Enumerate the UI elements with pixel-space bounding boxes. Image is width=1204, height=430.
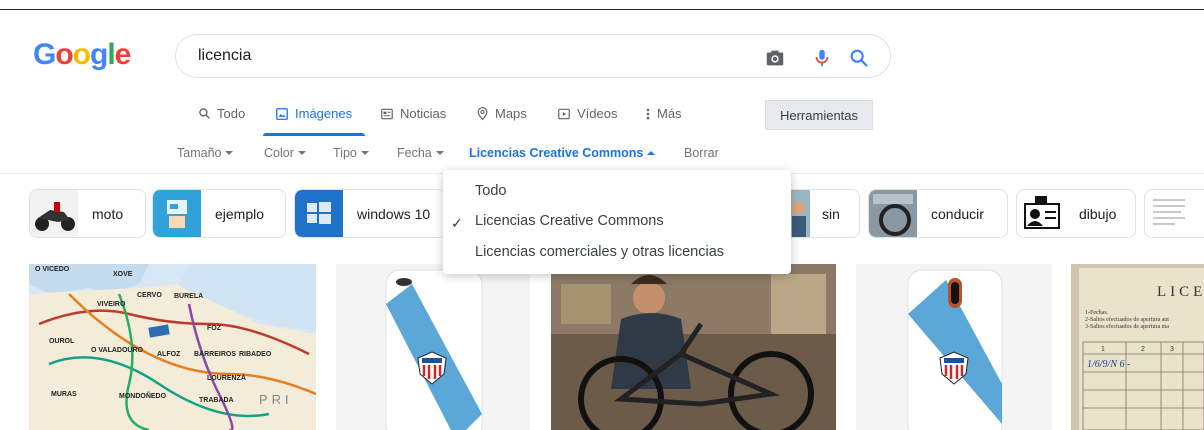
search-icon[interactable]: [848, 47, 870, 69]
dropdown-item-commercial[interactable]: Licencias comerciales y otras licencias: [475, 244, 724, 260]
document-col: 1: [1101, 346, 1105, 353]
video-icon: [558, 108, 570, 119]
filter-license[interactable]: Licencias Creative Commons: [469, 146, 656, 160]
check-icon: ✓: [451, 215, 463, 231]
tab-label: Maps: [495, 106, 527, 121]
filter-size[interactable]: Tamaño: [177, 146, 234, 160]
map-label: OUROL: [49, 338, 75, 345]
dropdown-item-todo[interactable]: Todo: [475, 183, 506, 199]
tab-imagenes[interactable]: Imágenes: [275, 106, 352, 121]
filter-label: Fecha: [397, 146, 432, 160]
chip-thumbnail: [869, 190, 917, 237]
tab-maps[interactable]: Maps: [476, 106, 527, 121]
active-tab-indicator: [263, 133, 365, 136]
chip-ejemplo[interactable]: ejemplo: [152, 189, 286, 238]
chip-thumbnail: [1145, 190, 1193, 237]
top-border: [0, 9, 1204, 10]
map-label: FOZ: [207, 325, 222, 332]
map-label: XOVE: [113, 271, 133, 278]
filter-label: Tamaño: [177, 146, 222, 160]
filter-clear[interactable]: Borrar: [684, 146, 719, 160]
document-col: 2: [1141, 346, 1145, 353]
chip-thumbnail: [295, 190, 343, 237]
map-pin-icon: [477, 106, 488, 121]
filter-label: Borrar: [684, 146, 719, 160]
tab-label: Vídeos: [577, 106, 618, 121]
document-line: 2-Saltos efectuados de apertura aut: [1085, 316, 1169, 323]
google-logo[interactable]: Google: [33, 38, 131, 72]
image-icon: [276, 107, 288, 120]
filter-type[interactable]: Tipo: [333, 146, 369, 160]
chip-label: conducir: [931, 205, 984, 222]
dropdown-item-creative-commons[interactable]: Licencias Creative Commons: [475, 213, 664, 229]
caret-up-icon: [647, 151, 656, 155]
filter-label: Licencias Creative Commons: [469, 146, 644, 160]
result-license-document[interactable]: LICE 1-Fechas. 2-Saltos efectuados de ap…: [1071, 264, 1204, 430]
caret-down-icon: [360, 151, 369, 155]
document-line: 1-Fechas.: [1085, 310, 1109, 316]
tab-label: Más: [657, 106, 682, 121]
result-map[interactable]: O VICEDO XOVE VIVEIRO CERVO BURELA FOZ O…: [29, 264, 316, 430]
map-label: O VICEDO: [35, 266, 70, 273]
chip-label: moto: [92, 205, 124, 222]
chip-label: windows 10: [357, 205, 431, 222]
document-header: LICE: [1157, 284, 1204, 300]
chip-moto[interactable]: moto: [29, 189, 146, 238]
map-label: MONDOÑEDO: [119, 391, 167, 400]
document-handwritten-row: 1/6/9/N 6 -: [1087, 359, 1130, 370]
search-input[interactable]: [198, 46, 738, 66]
tab-videos[interactable]: Vídeos: [557, 106, 617, 121]
filter-label: Tipo: [333, 146, 357, 160]
map-label: TRABADA: [199, 397, 234, 404]
chip-windows-10[interactable]: windows 10: [294, 189, 446, 238]
map-label: BARREIROS: [194, 351, 236, 358]
result-phone-case-2[interactable]: [856, 264, 1052, 430]
chip-thumbnail: [1017, 190, 1065, 237]
tab-label: Noticias: [400, 106, 447, 121]
camera-icon[interactable]: [764, 47, 786, 69]
caret-down-icon: [225, 151, 234, 155]
chip-document[interactable]: [1144, 189, 1204, 238]
map-label: RIBADEO: [239, 351, 272, 358]
search-icon: [199, 108, 210, 119]
tools-button[interactable]: Herramientas: [765, 100, 873, 130]
tab-mas[interactable]: Más: [645, 106, 682, 121]
license-dropdown-menu: Todo ✓ Licencias Creative Commons Licenc…: [443, 170, 791, 274]
document-line: 3-Saltos efectuados de apertura ma: [1085, 323, 1169, 330]
document-col: 3: [1170, 346, 1174, 353]
map-label: ALFOZ: [157, 351, 181, 358]
chip-thumbnail: [153, 190, 201, 237]
chip-conducir[interactable]: conducir: [868, 189, 1008, 238]
chip-sin[interactable]: sin: [790, 189, 860, 238]
map-label: LOURENZÁ: [207, 373, 246, 382]
tab-noticias[interactable]: Noticias: [380, 106, 446, 121]
result-bike-mechanic[interactable]: [551, 264, 836, 430]
map-label: MURAS: [51, 391, 77, 398]
map-label: PRI: [259, 392, 293, 407]
filter-date[interactable]: Fecha: [397, 146, 444, 160]
map-label: VIVEIRO: [97, 301, 126, 308]
chip-label: sin: [822, 205, 840, 222]
caret-down-icon: [435, 151, 444, 155]
map-label: O VALADOURO: [91, 347, 144, 354]
tab-todo[interactable]: Todo: [198, 106, 245, 121]
map-label: BURELA: [174, 293, 203, 300]
news-icon: [381, 108, 393, 119]
filter-label: Color: [264, 146, 294, 160]
caret-down-icon: [297, 151, 306, 155]
tab-label: Imágenes: [295, 106, 353, 121]
microphone-icon[interactable]: [811, 47, 833, 69]
chip-label: dibujo: [1079, 205, 1117, 222]
tab-label: Todo: [217, 106, 246, 121]
chip-label: ejemplo: [215, 205, 265, 222]
result-phone-case-1[interactable]: [336, 264, 530, 430]
filter-color[interactable]: Color: [264, 146, 306, 160]
search-box: [175, 34, 891, 78]
chip-thumbnail: [790, 190, 810, 237]
chip-dibujo[interactable]: dibujo: [1016, 189, 1136, 238]
chip-thumbnail: [30, 190, 78, 237]
map-label: CERVO: [137, 292, 162, 299]
more-vertical-icon: [646, 108, 650, 119]
